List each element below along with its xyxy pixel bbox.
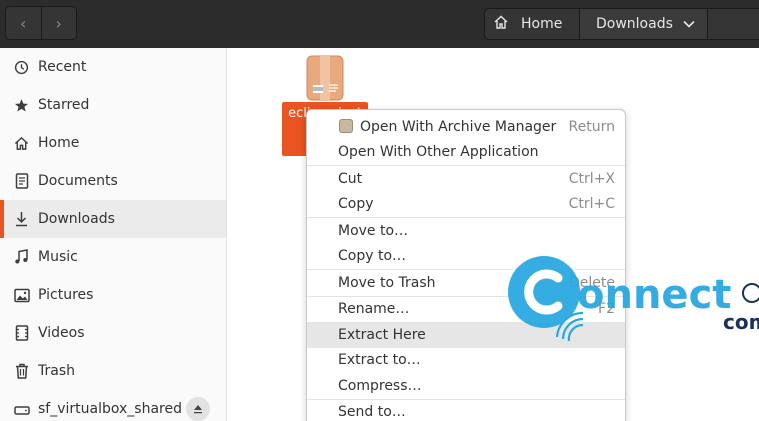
menu-item-label: Extract to… bbox=[338, 352, 421, 369]
menu-item-open-with-archive-manager[interactable]: Open With Archive Manager Return bbox=[307, 114, 625, 140]
sidebar-item-label: Music bbox=[38, 249, 78, 265]
menu-item-send-to[interactable]: Send to… bbox=[307, 400, 625, 421]
path-bar-spacer bbox=[708, 9, 759, 39]
sidebar-item-starred[interactable]: Starred bbox=[0, 86, 226, 124]
sidebar-item-label: sf_virtualbox_shared bbox=[38, 401, 182, 417]
menu-item-copy[interactable]: Copy Ctrl+C bbox=[307, 192, 625, 218]
clock-icon bbox=[13, 59, 30, 76]
forward-button[interactable]: › bbox=[40, 7, 77, 39]
menu-item-label: Open With Archive Manager bbox=[360, 118, 557, 135]
menu-item-move-to[interactable]: Move to… bbox=[307, 218, 625, 244]
menu-item-accel: Ctrl+X bbox=[568, 170, 615, 187]
menu-item-label: Move to… bbox=[338, 222, 409, 239]
menu-item-label: Copy bbox=[338, 196, 374, 213]
menu-item-label: Compress… bbox=[338, 377, 422, 394]
sidebar-item-trash[interactable]: Trash bbox=[0, 352, 226, 390]
sidebar-item-label: Home bbox=[38, 135, 80, 151]
video-icon bbox=[13, 325, 30, 342]
music-icon bbox=[13, 249, 30, 266]
breadcrumb-home[interactable]: Home bbox=[485, 9, 580, 39]
drive-icon bbox=[13, 401, 30, 418]
sidebar-item-documents[interactable]: Documents bbox=[0, 162, 226, 200]
home-icon bbox=[13, 135, 30, 152]
sidebar-item-label: Trash bbox=[38, 363, 75, 379]
header-bar: ‹ › Home Downloads bbox=[0, 0, 759, 48]
sidebar-item-label: Downloads bbox=[38, 211, 115, 227]
sidebar-item-home[interactable]: Home bbox=[0, 124, 226, 162]
chevron-down-icon bbox=[683, 16, 695, 32]
breadcrumb-label: Downloads bbox=[596, 16, 673, 32]
sidebar-item-recent[interactable]: Recent bbox=[0, 48, 226, 86]
breadcrumb-label: Home bbox=[521, 16, 563, 32]
home-icon bbox=[493, 14, 509, 34]
menu-item-cut[interactable]: Cut Ctrl+X bbox=[307, 166, 625, 192]
sidebar-item-music[interactable]: Music bbox=[0, 238, 226, 276]
trash-icon bbox=[13, 363, 30, 380]
eject-button[interactable] bbox=[186, 397, 210, 421]
sidebar: Recent Starred Home Documents Downloads … bbox=[0, 48, 227, 421]
navigation-buttons: ‹ › bbox=[5, 6, 77, 40]
chevron-left-icon: ‹ bbox=[20, 13, 27, 33]
archive-file-icon[interactable] bbox=[306, 55, 344, 101]
download-icon bbox=[13, 211, 30, 228]
watermark-logo: onnect com bbox=[508, 256, 759, 342]
sidebar-item-label: Pictures bbox=[38, 287, 94, 303]
sidebar-item-pictures[interactable]: Pictures bbox=[0, 276, 226, 314]
watermark-suffix: com bbox=[723, 310, 759, 334]
watermark-text: onnect bbox=[577, 272, 731, 318]
sidebar-item-label: Recent bbox=[38, 59, 87, 75]
sidebar-item-sf-virtualbox-shared[interactable]: sf_virtualbox_shared bbox=[0, 390, 226, 421]
menu-item-accel: Return bbox=[568, 118, 615, 135]
back-button[interactable]: ‹ bbox=[6, 7, 41, 39]
menu-item-compress[interactable]: Compress… bbox=[307, 373, 625, 399]
menu-item-label: Rename… bbox=[338, 301, 410, 318]
menu-item-label: Send to… bbox=[338, 404, 406, 421]
menu-item-label: Cut bbox=[338, 170, 363, 187]
menu-item-accel: Ctrl+C bbox=[568, 196, 615, 213]
archive-manager-icon bbox=[339, 119, 353, 133]
menu-item-open-with-other-application[interactable]: Open With Other Application bbox=[307, 140, 625, 166]
menu-item-label: Open With Other Application bbox=[338, 144, 539, 161]
menu-item-label: Move to Trash bbox=[338, 274, 436, 291]
sidebar-item-videos[interactable]: Videos bbox=[0, 314, 226, 352]
menu-item-extract-to[interactable]: Extract to… bbox=[307, 348, 625, 374]
sidebar-item-label: Videos bbox=[38, 325, 85, 341]
menu-item-label: Extract Here bbox=[338, 326, 426, 343]
sidebar-item-downloads[interactable]: Downloads bbox=[0, 200, 226, 238]
sidebar-item-label: Documents bbox=[38, 173, 118, 189]
sidebar-item-label: Starred bbox=[38, 97, 90, 113]
breadcrumb-downloads[interactable]: Downloads bbox=[580, 9, 708, 39]
eject-icon bbox=[194, 405, 202, 414]
globe-icon bbox=[742, 283, 759, 303]
path-bar: Home Downloads bbox=[484, 8, 759, 40]
menu-item-label: Copy to… bbox=[338, 248, 407, 265]
star-icon bbox=[13, 97, 30, 114]
chevron-right-icon: › bbox=[55, 13, 62, 33]
picture-icon bbox=[13, 287, 30, 304]
document-icon bbox=[13, 173, 30, 190]
